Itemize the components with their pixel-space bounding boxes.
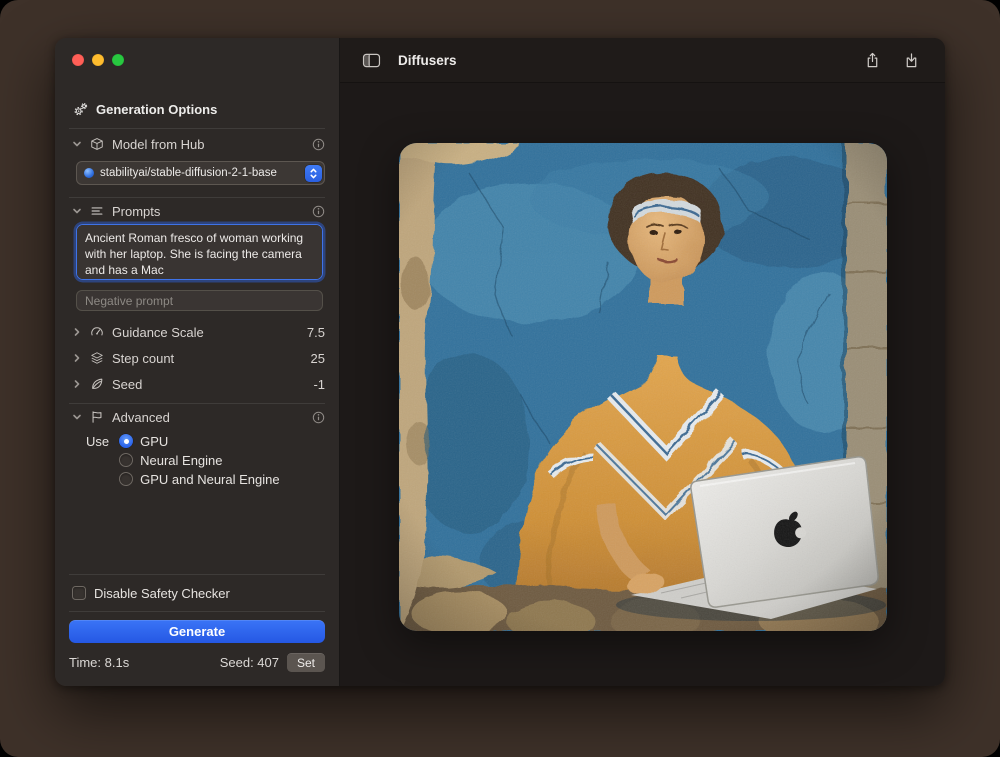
chevron-right-icon xyxy=(72,327,82,337)
radio-neural-engine[interactable]: Neural Engine xyxy=(119,453,279,467)
chevron-down-icon xyxy=(72,206,82,216)
step-count-row[interactable]: Step count 25 xyxy=(69,345,325,371)
image-canvas xyxy=(340,83,945,686)
model-from-hub-label: Model from Hub xyxy=(112,137,204,152)
popup-stepper-icon xyxy=(305,165,322,182)
status-bar: Time: 8.1s Seed: 407 Set xyxy=(69,653,325,672)
window-title: Diffusers xyxy=(398,53,457,68)
generation-options-header: Generation Options xyxy=(69,99,325,119)
radio-selected-icon xyxy=(119,434,133,448)
guidance-scale-row[interactable]: Guidance Scale 7.5 xyxy=(69,319,325,345)
model-select[interactable]: stabilityai/stable-diffusion-2-1-base xyxy=(76,161,325,185)
checkbox-icon[interactable] xyxy=(72,586,86,600)
info-icon[interactable] xyxy=(312,411,325,424)
divider xyxy=(69,197,325,198)
radio-neural-engine-label: Neural Engine xyxy=(140,453,222,468)
divider xyxy=(69,403,325,404)
radio-gpu-label: GPU xyxy=(140,434,168,449)
desktop: Generation Options Model from Hub xyxy=(0,0,1000,757)
share-icon[interactable] xyxy=(865,52,880,69)
radio-gpu-and-neural-engine[interactable]: GPU and Neural Engine xyxy=(119,472,279,486)
sidebar: Generation Options Model from Hub xyxy=(55,38,340,686)
radio-gpu[interactable]: GPU xyxy=(119,434,279,448)
flag-icon xyxy=(89,410,105,424)
zoom-icon[interactable] xyxy=(112,54,124,66)
compute-unit-options: GPU Neural Engine GPU and Neural Engine xyxy=(119,434,279,486)
text-lines-icon xyxy=(89,204,105,218)
seed-status: Seed: 407 xyxy=(220,655,279,670)
advanced-label: Advanced xyxy=(112,410,170,425)
model-from-hub-row[interactable]: Model from Hub xyxy=(69,133,325,155)
info-icon[interactable] xyxy=(312,138,325,151)
toolbar: Diffusers xyxy=(340,38,945,83)
radio-gpu-and-neural-engine-label: GPU and Neural Engine xyxy=(140,472,279,487)
divider xyxy=(69,574,325,575)
seed-row[interactable]: Seed -1 xyxy=(69,371,325,397)
sidebar-toggle-icon[interactable] xyxy=(362,53,381,68)
step-count-label: Step count xyxy=(112,351,174,366)
chevron-right-icon xyxy=(72,379,82,389)
divider xyxy=(69,611,325,612)
save-icon[interactable] xyxy=(904,52,919,69)
gears-icon xyxy=(72,102,88,117)
main-area: Diffusers xyxy=(340,38,945,686)
guidance-scale-value: 7.5 xyxy=(307,325,325,340)
radio-unselected-icon xyxy=(119,472,133,486)
radio-unselected-icon xyxy=(119,453,133,467)
model-dot-icon xyxy=(84,168,94,178)
disable-safety-checker-row[interactable]: Disable Safety Checker xyxy=(69,582,325,604)
diffusers-window: Generation Options Model from Hub xyxy=(55,38,945,686)
box-icon xyxy=(89,137,105,151)
gauge-icon xyxy=(89,325,105,339)
prompts-label: Prompts xyxy=(112,204,160,219)
time-status: Time: 8.1s xyxy=(69,655,129,670)
seed-label: Seed xyxy=(112,377,142,392)
disable-safety-checker-label: Disable Safety Checker xyxy=(94,586,230,601)
chevron-right-icon xyxy=(72,353,82,363)
generated-image xyxy=(399,143,887,631)
close-icon[interactable] xyxy=(72,54,84,66)
leaf-icon xyxy=(89,377,105,391)
model-select-value: stabilityai/stable-diffusion-2-1-base xyxy=(100,167,299,179)
layers-icon xyxy=(89,351,105,365)
step-count-value: 25 xyxy=(311,351,325,366)
window-controls xyxy=(72,54,124,66)
prompt-input[interactable]: Ancient Roman fresco of woman working wi… xyxy=(76,224,323,280)
negative-prompt-input[interactable] xyxy=(76,290,323,311)
fresco-illustration xyxy=(399,143,887,631)
set-seed-button[interactable]: Set xyxy=(287,653,325,672)
prompts-row[interactable]: Prompts xyxy=(69,200,325,222)
info-icon[interactable] xyxy=(312,205,325,218)
minimize-icon[interactable] xyxy=(92,54,104,66)
advanced-row[interactable]: Advanced xyxy=(69,406,325,428)
seed-value: -1 xyxy=(313,377,325,392)
use-label: Use xyxy=(86,434,109,486)
chevron-down-icon xyxy=(72,139,82,149)
compute-unit-group: Use GPU Neural Engine GPU and Neural Eng… xyxy=(69,434,325,486)
guidance-scale-label: Guidance Scale xyxy=(112,325,204,340)
chevron-down-icon xyxy=(72,412,82,422)
generate-button[interactable]: Generate xyxy=(69,620,325,643)
divider xyxy=(69,128,325,129)
generation-options-title: Generation Options xyxy=(96,102,217,117)
